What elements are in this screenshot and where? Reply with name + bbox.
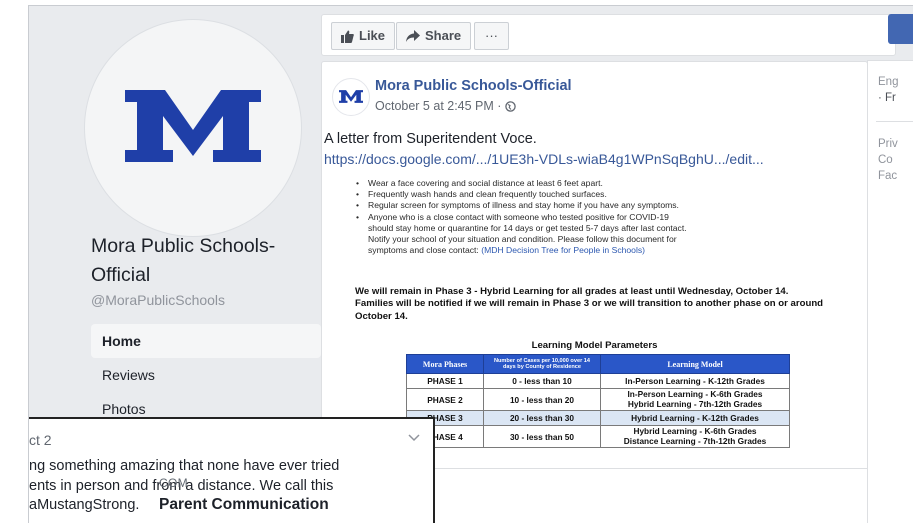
footer-privacy[interactable]: Priv <box>878 137 898 152</box>
primary-action-button[interactable] <box>888 14 913 44</box>
model-cell: In-Person Learning - K-6th Grades Hybrid… <box>600 388 790 411</box>
post-text: A letter from Superitendent Voce. <box>324 131 537 147</box>
divider <box>876 121 913 122</box>
profile-picture[interactable] <box>84 19 302 237</box>
guideline-continuation: should stay home or quarantine for 14 da… <box>368 222 687 233</box>
nav-item-home[interactable]: Home <box>91 324 321 358</box>
column-header: Learning Model <box>600 354 790 374</box>
cases-cell: 0 - less than 10 <box>483 373 601 389</box>
footer-facebook: Fac <box>878 170 898 182</box>
facebook-page-screenshot: Mora Public Schools-Official @MoraPublic… <box>28 5 913 523</box>
post-link[interactable]: https://docs.google.com/.../1UE3h-VDLs-w… <box>324 151 764 167</box>
post-author-name[interactable]: Mora Public Schools-Official <box>375 78 572 94</box>
globe-icon <box>505 100 517 112</box>
guideline-item: Frequently wash hands and clean frequent… <box>356 189 826 200</box>
school-logo-m <box>125 90 261 162</box>
page-action-bar: Like Share ··· <box>321 14 896 56</box>
cases-cell: 10 - less than 20 <box>483 388 601 411</box>
link-domain: COM <box>159 476 188 490</box>
nav-item-reviews[interactable]: Reviews <box>91 358 321 392</box>
guideline-item: Anyone who is a close contact with someo… <box>356 212 826 223</box>
guideline-continuation: symptoms and close contact: (MDH Decisio… <box>356 245 826 256</box>
phase-cell: PHASE 1 <box>406 373 484 389</box>
guideline-item: Regular screen for symptoms of illness a… <box>356 200 826 211</box>
guideline-item: Wear a face covering and social distance… <box>356 178 826 189</box>
page-name: Mora Public Schools-Official <box>91 235 276 286</box>
phase-cell: PHASE 2 <box>406 388 484 411</box>
more-options-button[interactable]: ··· <box>474 22 509 50</box>
table-row: PHASE 1 0 - less than 10 In-Person Learn… <box>406 373 790 389</box>
table-header-row: Mora Phases Number of Cases per 10,000 o… <box>406 354 790 374</box>
popup-title: ct 2 <box>29 432 52 448</box>
page-handle: @MoraPublicSchools <box>91 292 226 308</box>
cases-cell: 30 - less than 50 <box>483 425 601 448</box>
more-icon: ··· <box>485 28 498 43</box>
post-timestamp[interactable]: October 5 at 2:45 PM · <box>375 99 517 113</box>
guideline-continuation-text: symptoms and close contact: <box>368 245 479 256</box>
phase-statement: We will remain in Phase 3 - Hybrid Learn… <box>355 286 824 322</box>
cases-cell: 20 - less than 30 <box>483 410 601 426</box>
popup-line: ng something amazing that none have ever… <box>29 458 340 474</box>
table-row: PHASE 4 30 - less than 50 Hybrid Learnin… <box>406 425 790 448</box>
post-time-text: October 5 at 2:45 PM · <box>375 99 502 113</box>
safety-guidelines-list: Wear a face covering and social distance… <box>356 178 826 256</box>
share-arrow-icon <box>406 30 420 42</box>
column-header: Mora Phases <box>406 354 484 374</box>
footer-cookies[interactable]: Co <box>878 153 893 168</box>
model-line: Distance Learning - 7th-12th Grades <box>623 435 767 446</box>
table-row: PHASE 2 10 - less than 20 In-Person Lear… <box>406 388 790 411</box>
model-line: Hybrid Learning - 7th-12th Grades <box>627 398 763 409</box>
link-title[interactable]: Parent Communication <box>159 496 329 514</box>
popup-line: ents in person and from a distance. We c… <box>29 477 334 494</box>
guideline-continuation: Notify your school of your situation and… <box>368 234 677 245</box>
learning-model-table: Mora Phases Number of Cases per 10,000 o… <box>406 354 790 448</box>
like-button[interactable]: Like <box>331 22 396 50</box>
model-cell: Hybrid Learning - K-6th Grades Distance … <box>600 425 790 448</box>
page-nav: Home Reviews Photos <box>91 324 321 426</box>
table-title: Learning Model Parameters <box>531 340 658 351</box>
table-row: PHASE 3 20 - less than 30 Hybrid Learnin… <box>406 410 790 426</box>
model-cell: Hybrid Learning - K-12th Grades <box>600 410 790 426</box>
language-english[interactable]: Eng <box>878 75 898 90</box>
like-label: Like <box>359 28 386 43</box>
column-header: Number of Cases per 10,000 over 14 days … <box>483 354 601 374</box>
thumbs-up-icon <box>341 30 354 43</box>
school-logo-m-small <box>339 90 363 103</box>
right-column: Eng · Fr Priv Co Fac <box>867 60 913 523</box>
post-author-avatar[interactable] <box>332 78 370 116</box>
model-cell: In-Person Learning - K-12th Grades <box>600 373 790 389</box>
chevron-down-icon[interactable] <box>408 434 420 442</box>
share-button[interactable]: Share <box>396 22 472 50</box>
mdh-decision-tree-link[interactable]: (MDH Decision Tree for People in Schools… <box>481 245 645 255</box>
share-label: Share <box>425 28 462 43</box>
language-french[interactable]: · Fr <box>878 91 896 106</box>
